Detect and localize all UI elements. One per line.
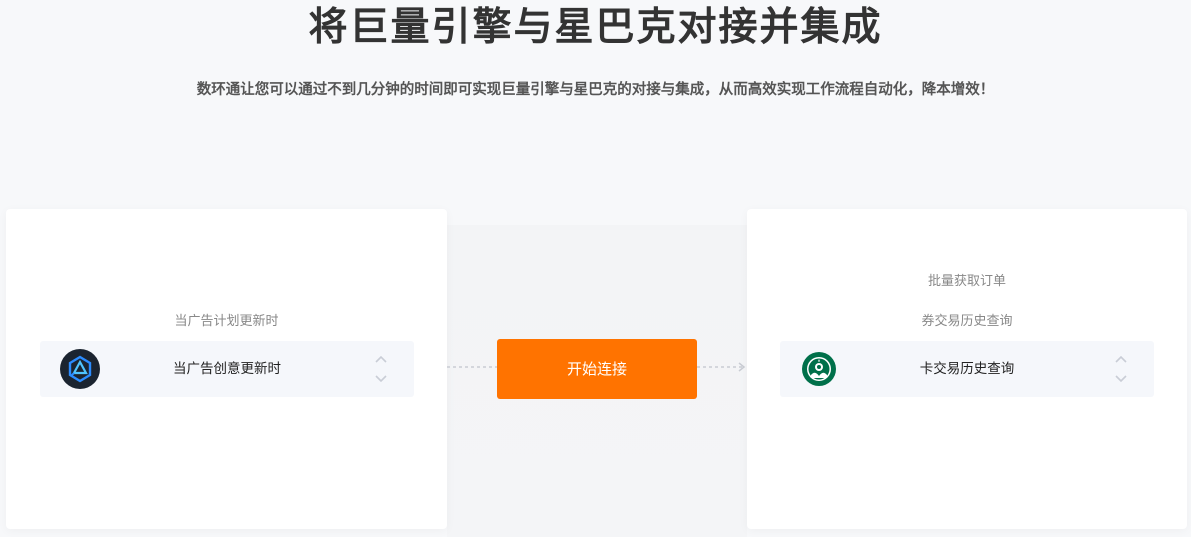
action-label-batch-orders: 批量获取订单 — [927, 274, 1006, 289]
trigger-panel: 当广告计划更新时 当广告创意更新时 — [6, 209, 447, 529]
start-connect-button[interactable]: 开始连接 — [497, 339, 697, 399]
integration-page: 将巨量引擎与星巴克对接并集成 数环通让您可以通过不到几分钟的时间即可实现巨量引擎… — [0, 0, 1191, 537]
page-subtitle: 数环通让您可以通过不到几分钟的时间即可实现巨量引擎与星巴克的对接与集成，从而高效… — [196, 82, 995, 98]
page-title: 将巨量引擎与星巴克对接并集成 — [308, 5, 883, 50]
trigger-selector[interactable]: 当广告创意更新时 — [40, 341, 414, 397]
action-panel: 批量获取订单 券交易历史查询 卡交易历史查询 — [747, 209, 1187, 529]
trigger-label: 当广告计划更新时 — [174, 314, 279, 329]
selected-action-text: 卡交易历史查询 — [919, 361, 1015, 377]
chevron-up-down-icon[interactable] — [1114, 353, 1128, 385]
left-connector-line — [447, 366, 497, 368]
action-selector[interactable]: 卡交易历史查询 — [780, 341, 1154, 397]
chevron-up-down-icon[interactable] — [374, 353, 388, 385]
selected-trigger-text: 当广告创意更新时 — [173, 361, 281, 377]
right-connector-arrow — [697, 362, 746, 372]
action-label-coupon-history: 券交易历史查询 — [921, 314, 1013, 329]
